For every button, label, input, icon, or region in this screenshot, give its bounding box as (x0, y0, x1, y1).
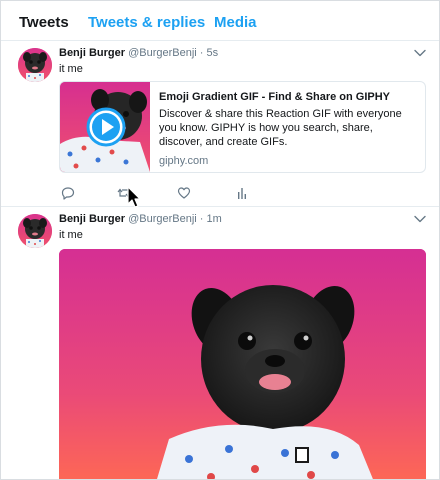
retweet-icon[interactable] (117, 186, 131, 200)
card-domain: giphy.com (159, 155, 209, 167)
card-thumbnail (60, 82, 150, 172)
tweet-header: Benji Burger @BurgerBenji · 1m (59, 212, 222, 226)
card-body: Emoji Gradient GIF - Find & Share on GIP… (159, 90, 419, 168)
card-title: Emoji Gradient GIF - Find & Share on GIP… (159, 91, 391, 103)
play-icon[interactable] (86, 107, 126, 147)
chevron-down-icon[interactable] (414, 49, 426, 57)
separator-dot: · (199, 47, 204, 59)
pug-avatar-image (18, 48, 52, 82)
timeline-frame: Tweets Tweets & replies Media Benji Burg… (0, 0, 440, 480)
display-name[interactable]: Benji Burger (59, 47, 125, 59)
link-card[interactable]: Emoji Gradient GIF - Find & Share on GIP… (59, 81, 426, 173)
tab-media[interactable]: Media (214, 14, 257, 32)
pug-avatar-image (18, 214, 52, 248)
tweet[interactable]: Benji Burger @BurgerBenji · 5s it me Emo… (1, 41, 439, 207)
avatar[interactable] (18, 48, 52, 82)
avatar[interactable] (18, 214, 52, 248)
gif-media[interactable] (59, 249, 426, 479)
pug-gif-image (59, 249, 426, 479)
tweet-text: it me (59, 63, 83, 75)
tweet-header: Benji Burger @BurgerBenji · 5s (59, 46, 218, 60)
tweet[interactable]: Benji Burger @BurgerBenji · 1m it me (1, 207, 439, 479)
reply-icon[interactable] (61, 186, 75, 200)
user-handle[interactable]: @BurgerBenji (128, 47, 197, 59)
tweet-text: it me (59, 229, 83, 241)
separator-dot: · (199, 213, 204, 225)
chevron-down-icon[interactable] (414, 215, 426, 223)
tab-tweets[interactable]: Tweets (19, 14, 69, 32)
tweet-actions (59, 186, 319, 202)
timestamp[interactable]: 5s (207, 47, 219, 59)
display-name[interactable]: Benji Burger (59, 213, 125, 225)
user-handle[interactable]: @BurgerBenji (128, 213, 197, 225)
profile-tabs: Tweets Tweets & replies Media (1, 1, 439, 41)
card-description: Discover & share this Reaction GIF with … (159, 108, 402, 148)
tab-tweets-and-replies[interactable]: Tweets & replies (88, 14, 205, 32)
analytics-icon[interactable] (235, 186, 249, 200)
like-icon[interactable] (177, 186, 191, 200)
timestamp[interactable]: 1m (207, 213, 222, 225)
